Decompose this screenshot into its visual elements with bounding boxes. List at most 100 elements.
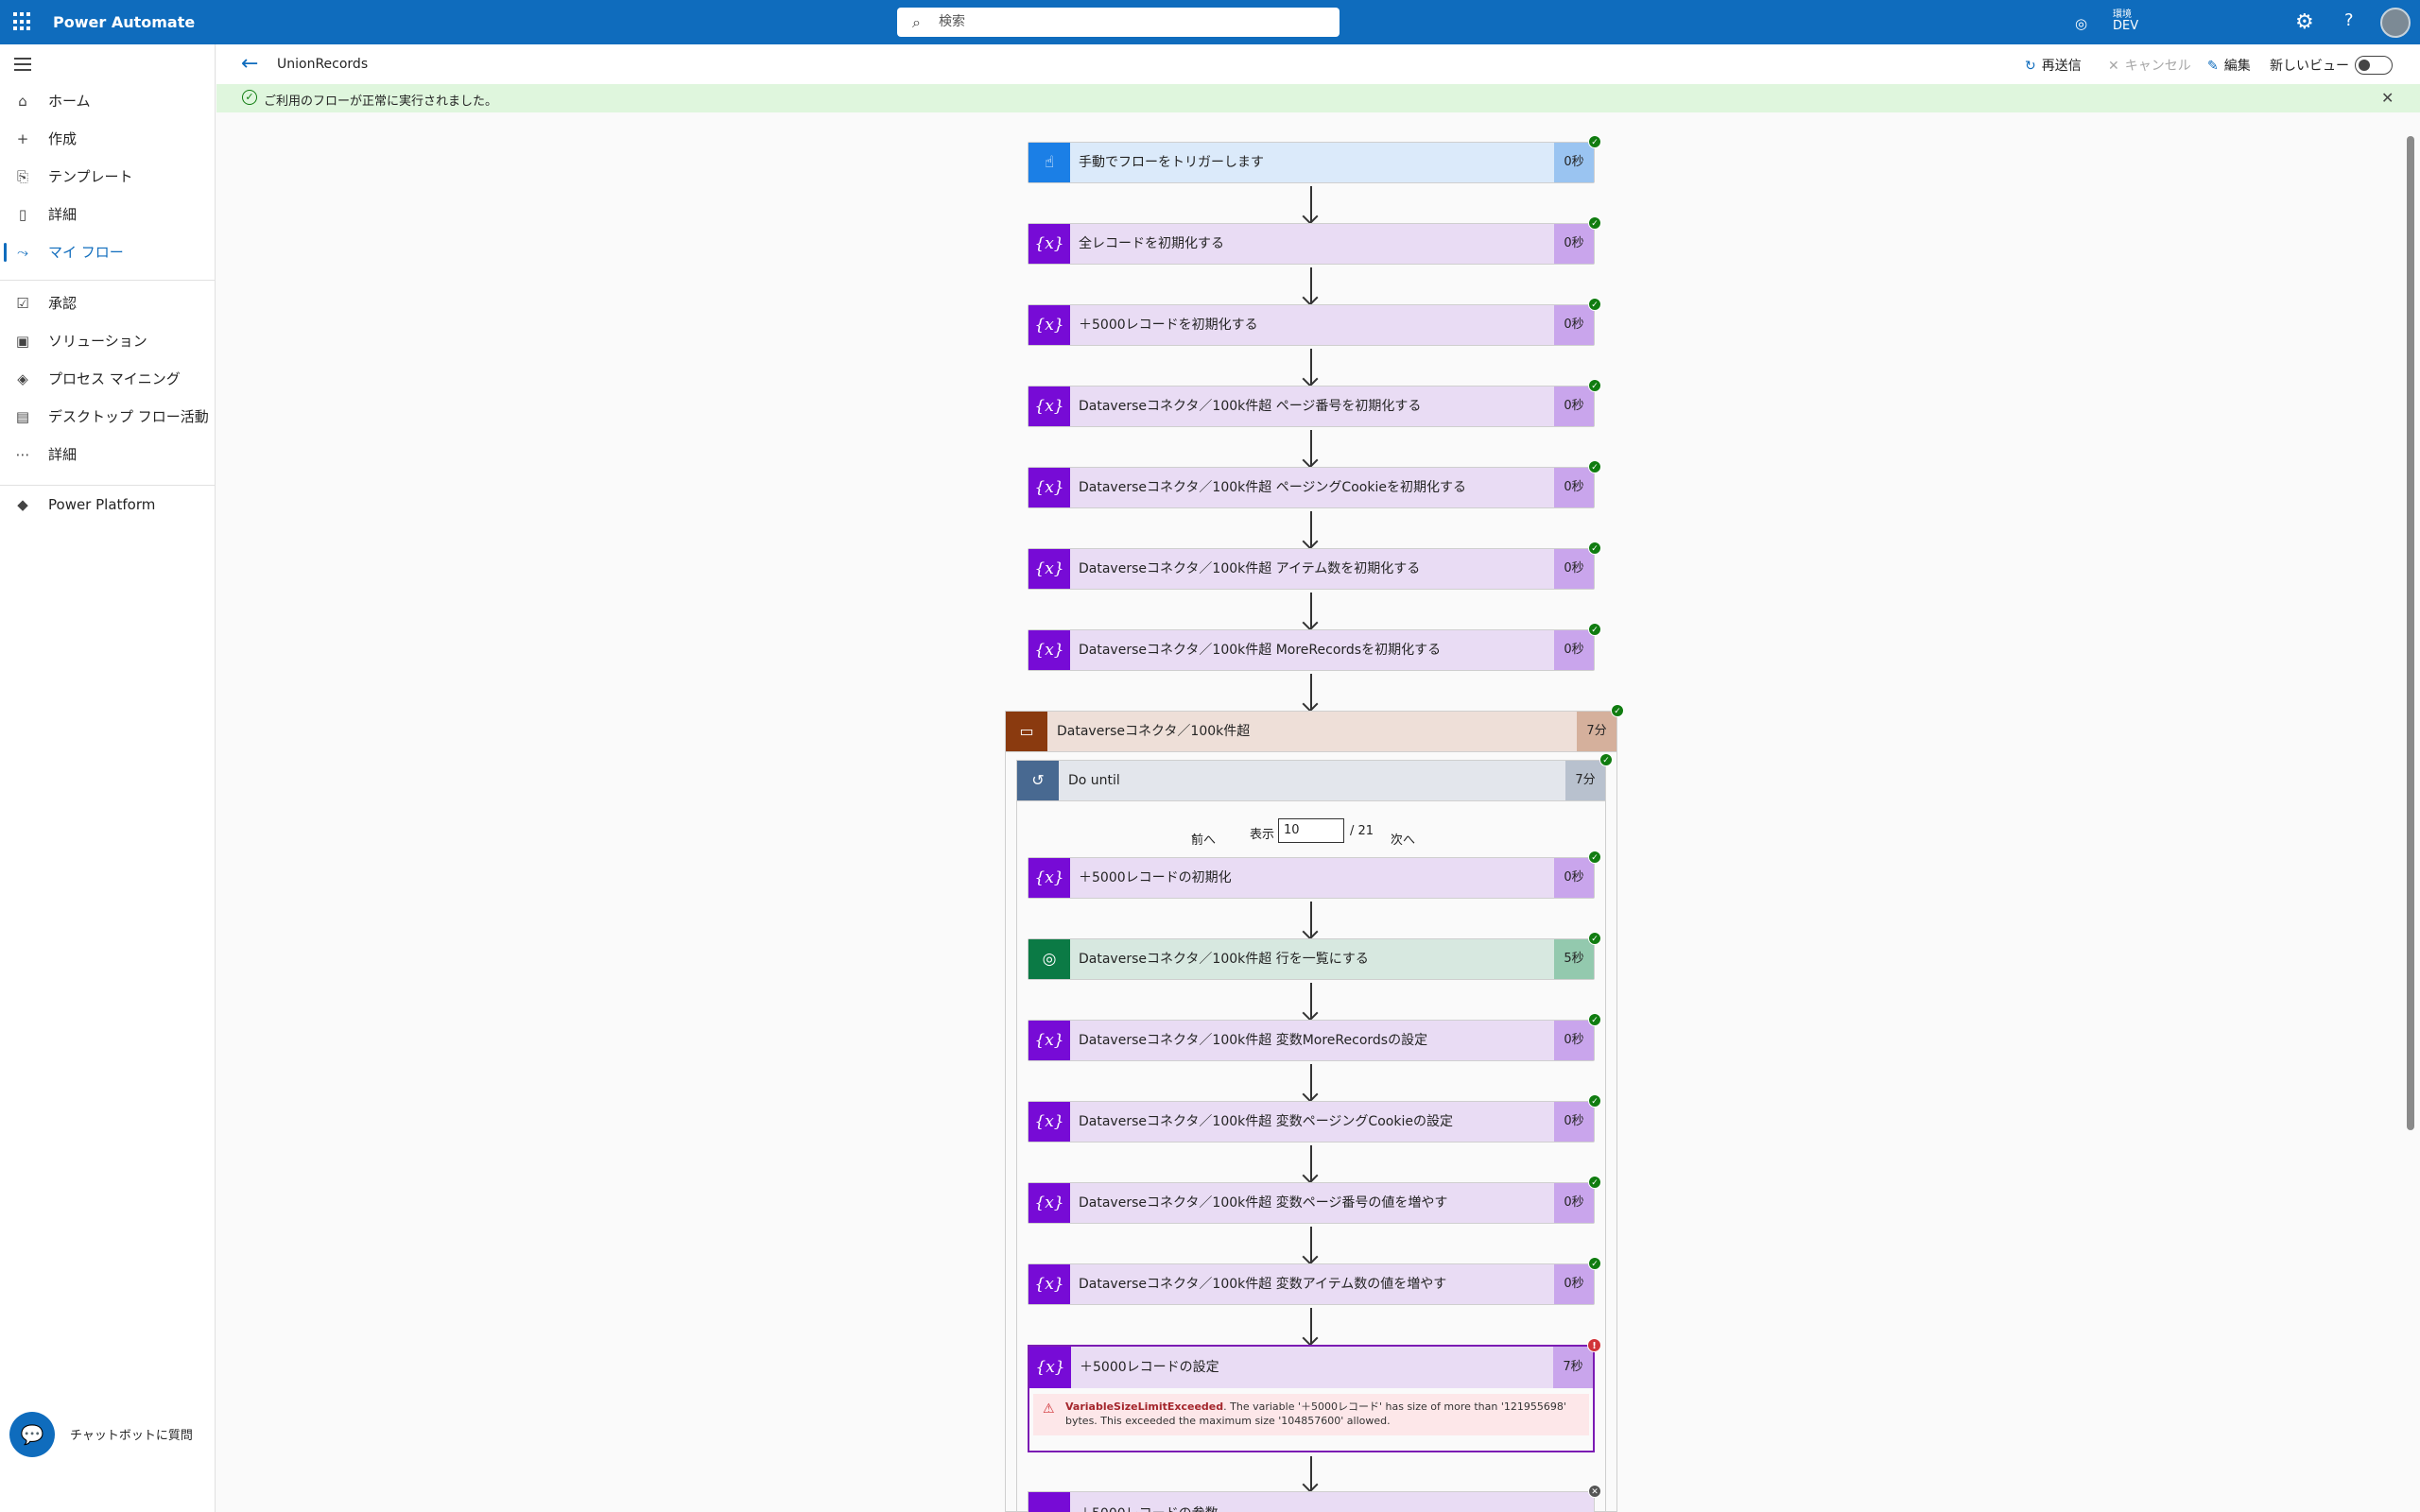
step-card[interactable]: {x} 全レコードを初期化する 0秒 ✓ — [1028, 216, 1601, 265]
step-duration: 7秒 — [1553, 1347, 1593, 1388]
error-message: ⚠ VariableSizeLimitExceeded. The variabl… — [1033, 1394, 1589, 1435]
new-view-label: 新しいビュー — [2270, 59, 2349, 74]
step-card[interactable]: {x} ＋5000レコードの初期化 0秒 ✓ — [1028, 850, 1601, 899]
success-check-icon: ✓ — [1588, 1013, 1601, 1026]
step-card[interactable]: {x} Dataverseコネクタ／100k件超 変数MoreRecordsの設… — [1028, 1013, 1601, 1061]
close-icon: ✕ — [2108, 59, 2119, 74]
prev-label: 前へ — [1191, 833, 1217, 848]
connector-arrow — [1310, 1227, 1312, 1263]
vertical-scrollbar[interactable] — [2407, 136, 2414, 1130]
sidebar-item[interactable]: ◆ Power Platform — [0, 488, 216, 522]
sidebar-item[interactable]: ▣ ソリューション — [0, 324, 216, 358]
iteration-number-input[interactable]: 10 — [1278, 818, 1344, 843]
chatbot-button[interactable]: 💬 — [9, 1412, 55, 1457]
step-duration: 0秒 — [1554, 630, 1594, 670]
step-card[interactable]: {x} Dataverseコネクタ／100k件超 MoreRecordsを初期化… — [1028, 623, 1601, 671]
chatbot-icon: 💬 — [20, 1423, 44, 1446]
sidebar-item[interactable]: ⌂ ホーム — [0, 84, 216, 118]
plus-icon: + — [16, 130, 29, 147]
skipped-x-icon: ✕ — [1588, 1485, 1601, 1498]
sidebar-item[interactable]: ◈ プロセス マイニング — [0, 362, 216, 396]
sidebar-item[interactable]: ▯ 詳細 — [0, 198, 216, 232]
success-check-icon: ✓ — [1588, 850, 1601, 864]
do-until-header[interactable]: ↺ Do until 7分 ✓ — [1016, 753, 1613, 801]
search-icon: ⌕ — [912, 13, 921, 31]
step-title: ＋5000レコードを初期化する — [1079, 318, 1258, 333]
step-duration: 5秒 — [1554, 939, 1594, 979]
variable-icon: {x} — [1028, 468, 1070, 507]
step-card[interactable]: ＋5000レコードの参数 ✕ — [1028, 1485, 1601, 1512]
success-check-icon: ✓ — [1599, 753, 1613, 766]
step-title: ＋5000レコードの初期化 — [1079, 870, 1232, 885]
step-card[interactable]: {x} ＋5000レコードを初期化する 0秒 ✓ — [1028, 298, 1601, 346]
new-view-toggle[interactable] — [2355, 56, 2393, 75]
search-box[interactable]: ⌕ 検索 — [897, 8, 1340, 37]
step-card[interactable]: {x} Dataverseコネクタ／100k件超 変数ページ番号の値を増やす 0… — [1028, 1176, 1601, 1224]
connector-arrow — [1310, 593, 1312, 628]
search-placeholder: 検索 — [939, 14, 965, 29]
sidebar-item[interactable]: ⤳ マイ フロー — [0, 235, 216, 269]
check-circle-icon: ✓ — [242, 90, 257, 105]
step-title: ＋5000レコードの設定 — [1080, 1360, 1219, 1375]
back-arrow-icon[interactable]: ← — [241, 52, 258, 76]
power-platform-icon: ◆ — [17, 496, 28, 513]
sidebar-item[interactable]: ⋯ 詳細 — [0, 438, 216, 472]
sidebar-item-label: ソリューション — [48, 333, 147, 350]
edit-label: 編集 — [2223, 59, 2251, 74]
more-icon: ⋯ — [15, 446, 30, 463]
variable-icon: {x} — [1028, 1102, 1070, 1142]
toggle-knob — [2359, 60, 2370, 71]
connector-arrow — [1310, 1145, 1312, 1181]
step-duration: 0秒 — [1554, 224, 1594, 264]
scope-header[interactable]: ▭ Dataverseコネクタ／100k件超 7分 ✓ — [1005, 704, 1624, 752]
failed-step-card[interactable]: {x} ＋5000レコードの設定 7秒 ! ⚠ VariableSizeLimi… — [1028, 1338, 1601, 1452]
template-icon: ⎘ — [16, 168, 28, 185]
sidebar-item-label: ホーム — [48, 93, 91, 110]
sidebar-item[interactable]: + 作成 — [0, 122, 216, 156]
help-icon[interactable]: ? — [2344, 10, 2354, 30]
environment-label: 環境 — [2113, 9, 2132, 20]
step-card[interactable]: ☝ 手動でフローをトリガーします 0秒 ✓ — [1028, 135, 1601, 183]
step-duration: 0秒 — [1554, 305, 1594, 345]
connector-arrow — [1310, 430, 1312, 466]
connector-arrow — [1310, 902, 1312, 937]
variable-icon: {x} — [1028, 305, 1070, 345]
error-exclamation-icon: ! — [1587, 1338, 1601, 1352]
step-card[interactable]: {x} Dataverseコネクタ／100k件超 ページングCookieを初期化… — [1028, 460, 1601, 508]
step-card[interactable]: {x} Dataverseコネクタ／100k件超 変数ページングCookieの設… — [1028, 1094, 1601, 1143]
desktop-flow-icon: ▤ — [15, 408, 30, 425]
avatar[interactable] — [2380, 8, 2411, 38]
step-duration: 0秒 — [1554, 1183, 1594, 1223]
step-title: ＋5000レコードの参数 — [1079, 1503, 1219, 1512]
sidebar-item[interactable]: ▤ デスクトップ フロー活動 — [0, 400, 216, 434]
settings-gear-icon[interactable]: ⚙ — [2295, 10, 2314, 34]
scope-icon: ▭ — [1006, 712, 1047, 751]
step-card[interactable]: ◎ Dataverseコネクタ／100k件超 行を一覧にする 5秒 ✓ — [1028, 932, 1601, 980]
cancel-button[interactable]: ✕ キャンセル — [2108, 56, 2191, 75]
step-card[interactable]: {x} Dataverseコネクタ／100k件超 ページ番号を初期化する 0秒 … — [1028, 379, 1601, 427]
sidebar-item[interactable]: ☑ 承認 — [0, 286, 216, 320]
chatbot-label[interactable]: チャットボットに質問 — [70, 1425, 193, 1443]
resubmit-button[interactable]: ↻ 再送信 — [2025, 56, 2082, 75]
nav-divider — [0, 485, 216, 486]
hamburger-menu-icon[interactable] — [14, 58, 31, 75]
edit-button[interactable]: ✎ 編集 — [2207, 56, 2251, 75]
step-card[interactable]: {x} Dataverseコネクタ／100k件超 アイテム数を初期化する 0秒 … — [1028, 541, 1601, 590]
variable-icon: {x} — [1028, 387, 1070, 426]
banner-message: ご利用のフローが正常に実行されました。 — [264, 94, 498, 109]
resubmit-label: 再送信 — [2041, 59, 2082, 74]
step-title: Dataverseコネクタ／100k件超 MoreRecordsを初期化する — [1079, 643, 1442, 658]
connector-arrow — [1310, 349, 1312, 385]
success-check-icon: ✓ — [1588, 1257, 1601, 1270]
environment-icon: ◎ — [2075, 15, 2088, 32]
approval-icon: ☑ — [16, 295, 29, 312]
app-launcher-icon[interactable] — [13, 12, 32, 31]
step-title: Dataverseコネクタ／100k件超 変数MoreRecordsの設定 — [1079, 1033, 1428, 1048]
close-banner-icon[interactable]: ✕ — [2381, 89, 2394, 107]
variable-icon: {x} — [1028, 1021, 1070, 1060]
sidebar-item-label: テンプレート — [48, 168, 133, 185]
app-name[interactable]: Power Automate — [53, 13, 195, 31]
step-card[interactable]: {x} Dataverseコネクタ／100k件超 変数アイテム数の値を増やす 0… — [1028, 1257, 1601, 1305]
sidebar-item[interactable]: ⎘ テンプレート — [0, 160, 216, 194]
sidebar-item-label: 承認 — [48, 295, 78, 312]
